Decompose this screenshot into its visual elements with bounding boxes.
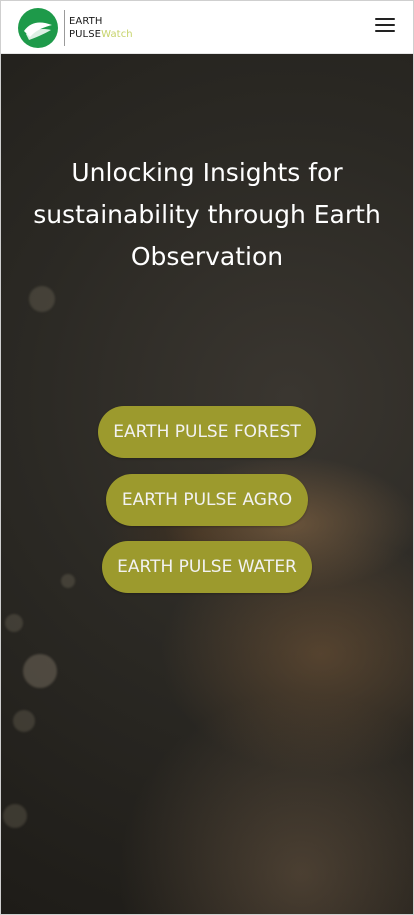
bokeh-light (29, 286, 55, 312)
hamburger-menu-icon[interactable] (375, 18, 395, 36)
earth-pulse-agro-button[interactable]: EARTH PULSE AGRO (106, 474, 308, 526)
brand-line2-main: PULSE (69, 29, 102, 40)
menu-bar (375, 18, 395, 20)
earth-pulse-logo-icon (18, 8, 58, 48)
page-frame: EARTH PULSEWatch Unlocking Insights for … (0, 0, 414, 915)
brand-wordmark: EARTH PULSEWatch (69, 15, 133, 41)
bokeh-light (3, 804, 27, 828)
earth-pulse-forest-button[interactable]: EARTH PULSE FOREST (98, 406, 316, 458)
earth-pulse-water-button[interactable]: EARTH PULSE WATER (102, 541, 312, 593)
brand-line2: PULSEWatch (69, 28, 133, 41)
top-navbar: EARTH PULSEWatch (1, 1, 413, 54)
menu-bar (375, 30, 395, 32)
bokeh-light (23, 654, 57, 688)
brand-line2-accent: Watch (101, 29, 133, 40)
menu-bar (375, 24, 395, 26)
hero-title: Unlocking Insights for sustainability th… (33, 158, 381, 271)
bokeh-light (5, 614, 23, 632)
brand-line1: EARTH (69, 16, 103, 27)
brand-logo-link[interactable]: EARTH PULSEWatch (17, 7, 133, 49)
bokeh-light (13, 710, 35, 732)
bokeh-light (61, 574, 75, 588)
logo-divider (64, 10, 65, 46)
hero-section: Unlocking Insights for sustainability th… (1, 54, 413, 914)
